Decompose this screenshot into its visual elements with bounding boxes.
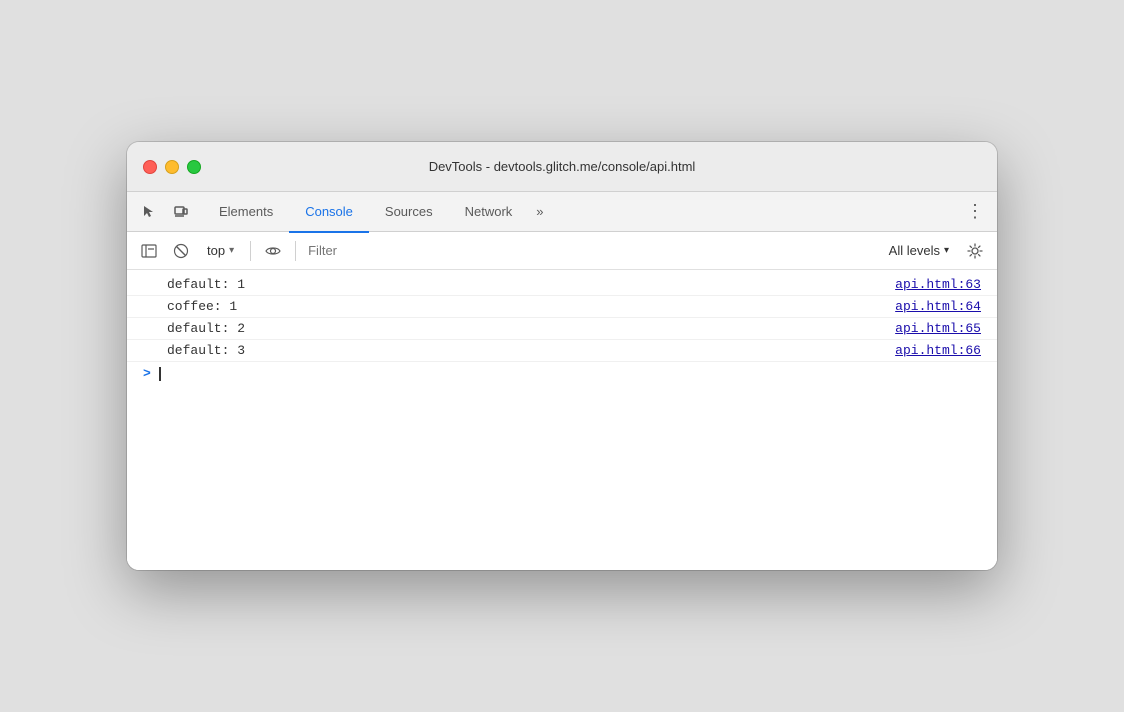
filter-divider (250, 241, 251, 261)
console-input-line[interactable]: > (127, 362, 997, 385)
console-cursor (159, 367, 161, 381)
select-element-button[interactable] (135, 198, 163, 226)
log-text: coffee: 1 (167, 299, 879, 314)
log-text: default: 2 (167, 321, 879, 336)
maximize-button[interactable] (187, 160, 201, 174)
context-value: top (207, 243, 225, 258)
device-toolbar-button[interactable] (167, 198, 195, 226)
log-row: default: 3 api.html:66 (127, 340, 997, 362)
eye-icon-button[interactable] (259, 237, 287, 265)
log-levels-button[interactable]: All levels ▾ (881, 241, 957, 260)
log-text: default: 1 (167, 277, 879, 292)
tab-sources[interactable]: Sources (369, 193, 449, 233)
devtools-window: DevTools - devtools.glitch.me/console/ap… (127, 142, 997, 570)
log-link[interactable]: api.html:65 (895, 321, 981, 336)
close-button[interactable] (143, 160, 157, 174)
console-prompt-icon: > (143, 366, 151, 381)
tabbar-icons (135, 198, 195, 226)
traffic-lights (143, 160, 201, 174)
log-row: default: 2 api.html:65 (127, 318, 997, 340)
tab-network[interactable]: Network (449, 193, 529, 233)
levels-label: All levels (889, 243, 940, 258)
log-link[interactable]: api.html:66 (895, 343, 981, 358)
filter-input[interactable] (304, 241, 877, 260)
filter-divider-2 (295, 241, 296, 261)
tab-elements[interactable]: Elements (203, 193, 289, 233)
show-console-sidebar-button[interactable] (135, 237, 163, 265)
log-row: coffee: 1 api.html:64 (127, 296, 997, 318)
minimize-button[interactable] (165, 160, 179, 174)
tabbar: Elements Console Sources Network » ⋮ (127, 192, 997, 232)
more-tabs-button[interactable]: » (528, 204, 551, 219)
log-link[interactable]: api.html:64 (895, 299, 981, 314)
clear-console-button[interactable] (167, 237, 195, 265)
devtools-panel: Elements Console Sources Network » ⋮ (127, 192, 997, 570)
log-link[interactable]: api.html:63 (895, 277, 981, 292)
levels-chevron-icon: ▾ (944, 245, 949, 256)
chevron-down-icon: ▾ (229, 245, 234, 256)
log-row: default: 1 api.html:63 (127, 274, 997, 296)
titlebar: DevTools - devtools.glitch.me/console/ap… (127, 142, 997, 192)
tab-console[interactable]: Console (289, 193, 369, 233)
console-toolbar: top ▾ All levels ▾ (127, 232, 997, 270)
console-settings-button[interactable] (961, 237, 989, 265)
window-title: DevTools - devtools.glitch.me/console/ap… (429, 159, 696, 174)
log-text: default: 3 (167, 343, 879, 358)
console-output: default: 1 api.html:63 coffee: 1 api.htm… (127, 270, 997, 570)
devtools-menu-button[interactable]: ⋮ (961, 198, 989, 226)
context-selector[interactable]: top ▾ (199, 241, 242, 260)
